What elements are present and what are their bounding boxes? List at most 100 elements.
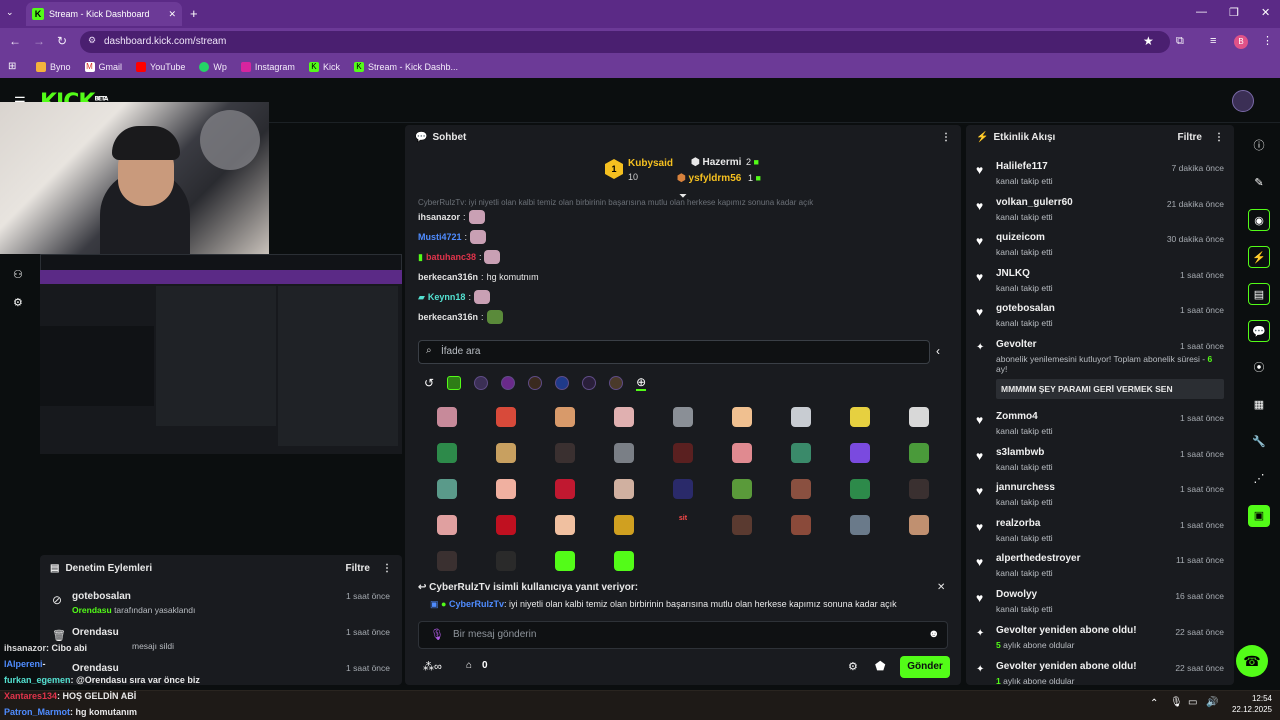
emote-icon[interactable] <box>849 443 870 464</box>
activity-name[interactable]: Dowolyy <box>996 589 1037 601</box>
emote-icon[interactable]: sit <box>679 515 687 535</box>
activity-menu-icon[interactable]: ⋮ <box>1214 132 1224 143</box>
channel-emotes-tab[interactable] <box>609 376 624 390</box>
chat-bubble-icon[interactable]: 💬 <box>1248 320 1270 342</box>
forward-icon[interactable]: → <box>33 34 45 48</box>
bookmark-kick-dashboard[interactable]: K Stream - Kick Dashb... <box>353 62 458 72</box>
tray-volume-icon[interactable]: 🔊 <box>1206 697 1218 708</box>
emote-icon[interactable] <box>614 443 635 464</box>
bookmark-instagram[interactable]: Instagram <box>240 62 295 72</box>
emote-icon[interactable] <box>437 478 458 499</box>
activity-name[interactable]: jannurchess <box>996 482 1055 494</box>
kick-emotes-tab[interactable] <box>447 376 462 390</box>
emote-icon[interactable] <box>908 514 929 535</box>
channel-emotes-tab[interactable] <box>474 376 489 390</box>
url-field[interactable]: dashboard.kick.com/stream <box>80 31 1170 53</box>
close-tab-icon[interactable]: ✕ <box>168 9 176 20</box>
emote-icon[interactable] <box>614 514 635 535</box>
camera-icon[interactable]: ◉ <box>1248 209 1270 231</box>
broadcast-icon[interactable]: ⦿ <box>1248 357 1270 379</box>
emote-icon[interactable] <box>614 407 635 428</box>
app-icon[interactable]: ▣ <box>1248 505 1270 527</box>
channel-emotes-tab[interactable] <box>582 376 597 390</box>
emote-icon[interactable] <box>555 514 576 535</box>
back-icon[interactable]: ← <box>9 34 21 48</box>
share-icon[interactable]: ⋰ <box>1248 468 1270 490</box>
close-reply-icon[interactable]: ✕ <box>937 582 945 593</box>
media-icon[interactable]: ≡ <box>1210 35 1216 47</box>
maximize-icon[interactable]: ❐ <box>1229 6 1239 19</box>
document-icon[interactable]: ▤ <box>1248 283 1270 305</box>
settings-gear-icon[interactable]: ⚙ <box>13 296 23 309</box>
emote-icon[interactable] <box>496 443 517 464</box>
emote-icon[interactable] <box>790 478 811 499</box>
tray-network-icon[interactable]: ▭ <box>1188 697 1197 708</box>
activity-name[interactable]: Zommo4 <box>996 411 1038 423</box>
emote-icon[interactable] <box>437 407 458 428</box>
clock[interactable]: 12:54 22.12.2025 <box>1228 693 1272 715</box>
emote-icon[interactable] <box>437 514 458 535</box>
activity-name[interactable]: realzorba <box>996 518 1040 530</box>
wrench-icon[interactable]: 🔧 <box>1248 431 1270 453</box>
moderation-menu-icon[interactable]: ⋮ <box>382 563 392 574</box>
emote-icon[interactable] <box>555 443 576 464</box>
bookmark-star-icon[interactable]: ★ <box>1143 34 1154 48</box>
emote-icon[interactable] <box>849 514 870 535</box>
emote-icon[interactable] <box>437 443 458 464</box>
browser-tab[interactable]: K Stream - Kick Dashboard ✕ <box>26 2 182 26</box>
bot-icon[interactable]: ⬟ <box>875 659 885 673</box>
bookmark-byno[interactable]: Byno <box>36 62 71 72</box>
activity-name[interactable]: Gevolter yeniden abone oldu! <box>996 625 1137 637</box>
activity-name[interactable]: quizeicom <box>996 232 1045 244</box>
channel-emotes-tab[interactable] <box>501 376 516 390</box>
browser-menu-icon[interactable]: ⋮ <box>1262 34 1273 47</box>
window-close-icon[interactable]: ✕ <box>1261 6 1270 19</box>
send-button[interactable]: Gönder <box>900 656 950 678</box>
activity-name[interactable]: gotebosalan <box>996 303 1055 315</box>
bookmark-kick[interactable]: K Kick <box>308 62 340 72</box>
info-icon[interactable]: ⓘ <box>1248 135 1270 157</box>
chat-username[interactable]: Musti4721 <box>418 232 462 242</box>
activity-name[interactable]: s3lambwb <box>996 447 1044 459</box>
top-gifter-name[interactable]: Kubysaid <box>628 158 673 169</box>
microphone-icon[interactable]: 🎙 <box>430 628 444 641</box>
user-avatar[interactable] <box>1232 90 1254 112</box>
chat-menu-icon[interactable]: ⋮ <box>941 132 951 143</box>
globe-icon[interactable]: ⊕ <box>636 375 647 391</box>
tray-mic-icon[interactable]: 🎙 <box>1170 697 1183 708</box>
emote-icon[interactable] <box>790 514 811 535</box>
emote-icon[interactable] <box>908 407 929 428</box>
recent-emotes-icon[interactable]: ↺ <box>424 376 434 390</box>
emote-icon[interactable] <box>555 550 576 571</box>
channel-emotes-tab[interactable] <box>555 376 570 390</box>
tab-search-icon[interactable]: ⌄ <box>6 7 14 18</box>
extensions-icon[interactable]: ⧉ <box>1176 35 1184 48</box>
apps-grid-icon[interactable]: ⊞ <box>8 61 16 72</box>
activity-name[interactable]: Halilefe117 <box>996 161 1048 173</box>
emote-icon[interactable] <box>790 407 811 428</box>
activity-name[interactable]: volkan_gulerr60 <box>996 197 1073 209</box>
emote-icon[interactable] <box>908 443 929 464</box>
chat-settings-icon[interactable]: ⚙ <box>848 660 858 673</box>
chat-username[interactable]: Keynn18 <box>428 292 466 302</box>
emote-icon[interactable] <box>437 550 458 571</box>
site-info-icon[interactable]: ⚙ <box>88 35 96 46</box>
profile-avatar[interactable]: B <box>1234 35 1248 49</box>
users-icon[interactable]: ⚇ <box>13 268 23 281</box>
store-icon[interactable]: ⌂ <box>466 660 472 671</box>
emote-icon[interactable] <box>496 550 517 571</box>
mod-actor[interactable]: Orendasu <box>72 605 112 615</box>
gifter-name[interactable]: ⬢ Hazermi <box>691 157 741 168</box>
edit-icon[interactable]: ✎ <box>1248 172 1270 194</box>
emote-icon[interactable] <box>731 443 752 464</box>
bookmark-whatsapp[interactable]: Wp <box>199 62 227 72</box>
mod-user[interactable]: gotebosalan <box>72 591 131 602</box>
emote-icon[interactable] <box>849 478 870 499</box>
message-input[interactable]: Bir mesaj gönderin <box>418 621 948 649</box>
close-emote-picker-icon[interactable]: ‹ <box>936 344 940 358</box>
emote-icon[interactable] <box>614 550 635 571</box>
chat-username[interactable]: batuhanc38 <box>426 252 476 262</box>
activity-name[interactable]: Gevolter yeniden abone oldu! <box>996 661 1137 673</box>
tray-chevron-icon[interactable]: ⌃ <box>1150 698 1158 709</box>
chat-username[interactable]: ihsanazor <box>418 212 460 222</box>
